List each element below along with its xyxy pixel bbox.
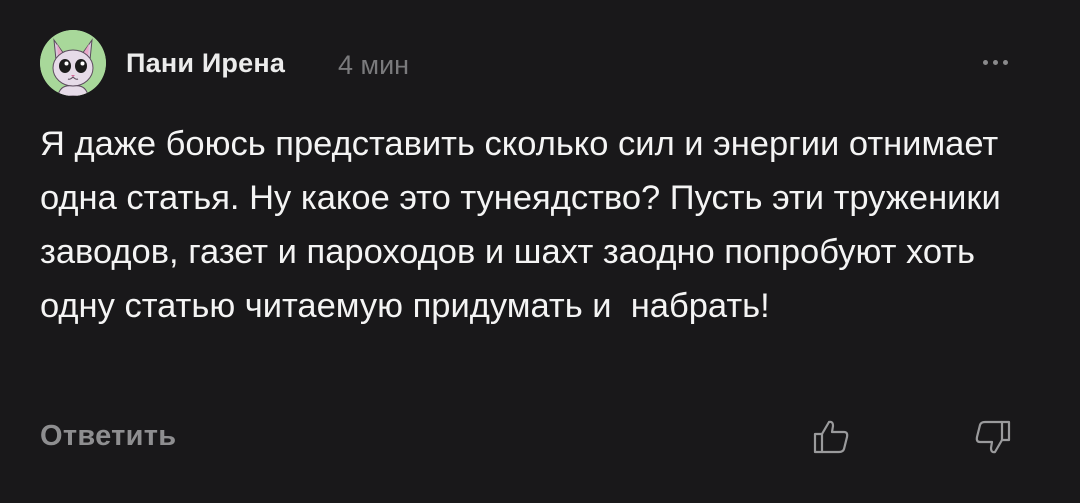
more-options-button[interactable] [975, 50, 1015, 74]
more-dot [1002, 59, 1008, 65]
dislike-button[interactable] [970, 414, 1016, 460]
comment-card: Пани Ирена 4 мин Я даже боюсь представит… [0, 0, 1080, 503]
more-dot [992, 59, 998, 65]
comment-time: 4 мин [338, 50, 410, 80]
author-avatar[interactable] [40, 30, 106, 96]
thumb-down-icon [975, 420, 1011, 454]
more-dot [982, 59, 988, 65]
comment-text: Я даже боюсь представить сколько сил и э… [40, 125, 1011, 325]
reply-button[interactable]: Ответить [40, 420, 176, 453]
thumb-up-icon [813, 420, 849, 454]
cat-avatar-icon [40, 30, 106, 96]
author-name[interactable]: Пани Ирена [126, 48, 285, 79]
like-button[interactable] [808, 414, 854, 460]
